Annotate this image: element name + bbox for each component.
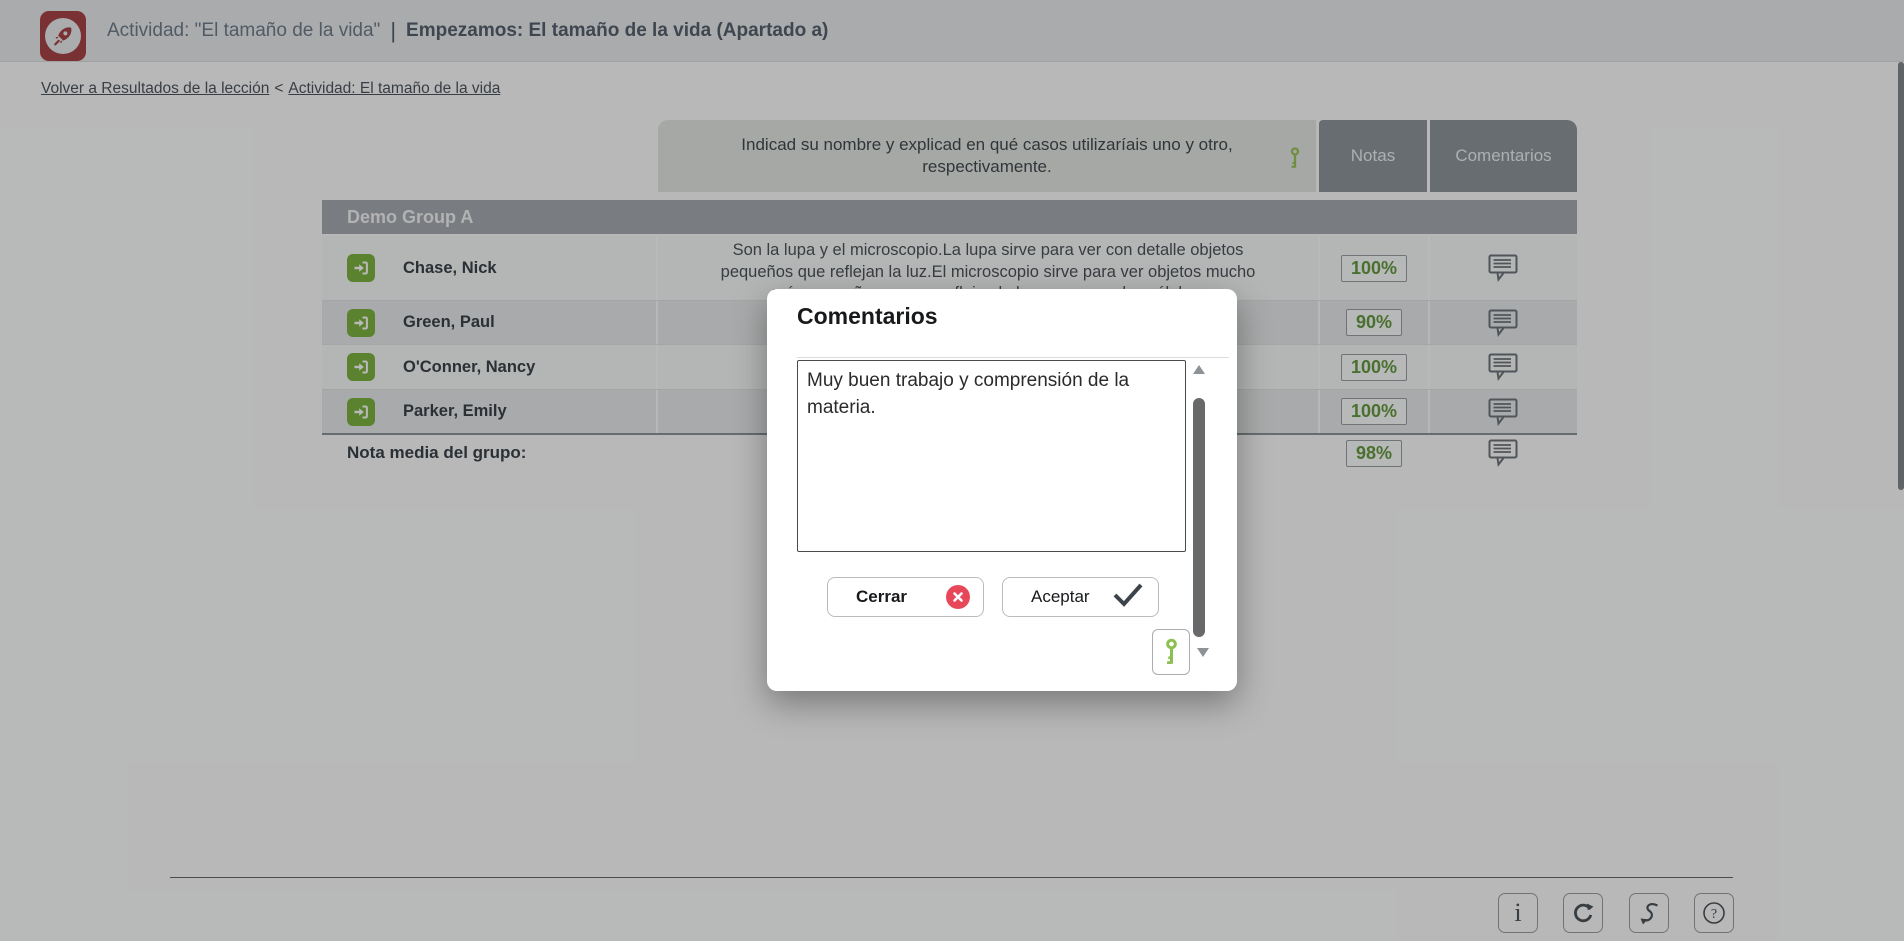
dialog-divider xyxy=(797,357,1229,358)
key-icon xyxy=(1163,637,1180,667)
check-icon xyxy=(1111,582,1145,613)
accept-button[interactable]: Aceptar xyxy=(1002,577,1159,617)
close-button-label: Cerrar xyxy=(856,587,907,607)
comment-textarea[interactable]: Muy buen trabajo y comprensión de la mat… xyxy=(797,360,1186,552)
dialog-title: Comentarios xyxy=(797,303,938,330)
scrollbar-thumb[interactable] xyxy=(1193,398,1205,637)
answer-key-button[interactable] xyxy=(1152,629,1190,675)
accept-button-label: Aceptar xyxy=(1031,587,1090,607)
dialog-scrollbar[interactable] xyxy=(1192,363,1206,658)
app-window: Actividad: "El tamaño de la vida" | Empe… xyxy=(0,0,1904,941)
scroll-up-icon[interactable] xyxy=(1193,365,1205,374)
comments-dialog: Comentarios Muy buen trabajo y comprensi… xyxy=(767,289,1237,691)
close-button[interactable]: Cerrar xyxy=(827,577,984,617)
scroll-down-icon[interactable] xyxy=(1197,648,1209,657)
close-x-icon xyxy=(946,585,970,609)
